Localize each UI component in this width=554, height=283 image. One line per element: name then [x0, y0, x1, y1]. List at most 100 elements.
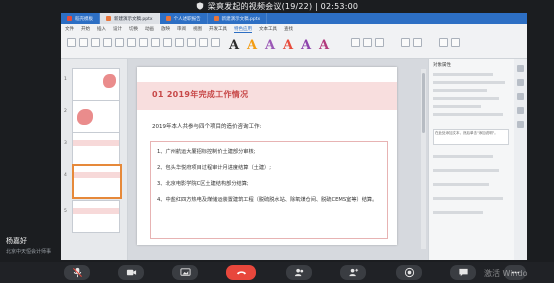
menu-item[interactable]: 设计 — [113, 26, 122, 33]
list-button[interactable] — [163, 38, 172, 47]
share-screen-button[interactable] — [172, 265, 198, 280]
tool-icon[interactable] — [517, 79, 524, 86]
text-direction-button[interactable] — [211, 38, 220, 47]
end-call-button[interactable] — [226, 265, 256, 280]
screen-share-icon — [179, 268, 191, 276]
tab-report[interactable]: 个人述职报告 — [160, 13, 208, 24]
property-row[interactable] — [433, 211, 483, 214]
color-button[interactable] — [187, 38, 196, 47]
menu-item[interactable]: 切换 — [129, 26, 138, 33]
slide-thumbnail-1[interactable] — [72, 68, 120, 101]
tab-presentation-2[interactable]: 新建演示文稿.pptx — [208, 13, 268, 24]
record-button[interactable] — [396, 265, 422, 280]
property-row[interactable] — [433, 97, 499, 100]
format-button[interactable] — [79, 38, 88, 47]
menu-item[interactable]: 文件 — [65, 26, 74, 33]
current-slide[interactable]: 01 2019年完成工作情况 2019年本人共参与四个项目的造价咨询工作: 1、… — [137, 67, 397, 245]
mute-button[interactable] — [64, 265, 90, 280]
bullet-4: 4、中盐红四方热电及煤储运装置建筑工程（脱硫脱水站、除氧煤仓间、脱硫CEMS室等… — [157, 197, 378, 203]
text-outline-button[interactable] — [363, 38, 372, 47]
ribbon: 文件 开始 插入 设计 切换 动画 放映 审阅 视图 开发工具 特色应用 文本工… — [61, 24, 527, 59]
menu-item[interactable]: 审阅 — [177, 26, 186, 33]
slide-number: 4 — [64, 173, 67, 178]
tab-docer[interactable]: 稻壳模板 — [61, 13, 100, 24]
property-row[interactable] — [433, 73, 493, 76]
property-row[interactable] — [433, 169, 499, 172]
text-effect-button[interactable] — [375, 38, 384, 47]
font-size-button[interactable] — [91, 38, 100, 47]
chat-button[interactable] — [450, 265, 476, 280]
menu-item[interactable]: 开发工具 — [209, 26, 227, 33]
property-row[interactable] — [433, 81, 505, 84]
notes-box[interactable]: 在此处添加文本，然后单击"添加说明"。 — [433, 129, 509, 145]
tab-label: 新建演示文稿.pptx — [221, 16, 261, 22]
slide-thumbnail-panel: 1 2 3 4 5 — [61, 59, 128, 260]
underline-button[interactable] — [127, 38, 136, 47]
tool-icon[interactable] — [517, 93, 524, 100]
art-style-red[interactable]: A — [283, 38, 293, 53]
bold-button[interactable] — [103, 38, 112, 47]
chat-icon — [458, 268, 468, 277]
property-row[interactable] — [433, 197, 503, 200]
bullet-3: 3、北京电影学院C区土建结构部分结算; — [157, 181, 249, 187]
microphone-muted-icon — [72, 267, 82, 278]
menu-item-text-tools[interactable]: 特色应用 — [234, 26, 252, 33]
slide-thumbnail-3[interactable] — [72, 132, 120, 165]
slide-intro-text[interactable]: 2019年本人共参与四个项目的造价咨询工作: — [152, 122, 261, 130]
tab-presentation-1[interactable]: 新建演示文稿.pptx — [100, 13, 160, 24]
property-row[interactable] — [433, 155, 493, 158]
bullets-text-box[interactable]: 1、广州航运大厦招标控制价土建部分审核; 2、包头华悦府项目过程审计月进度结算（… — [150, 141, 388, 239]
menu-item[interactable]: 动画 — [145, 26, 154, 33]
paste-button[interactable] — [67, 38, 76, 47]
menu-item[interactable]: 放映 — [161, 26, 170, 33]
property-row[interactable] — [433, 113, 503, 116]
tool-icon[interactable] — [517, 65, 524, 72]
slide-thumbnail-5[interactable] — [72, 200, 120, 233]
indent-button[interactable] — [151, 38, 160, 47]
property-row[interactable] — [433, 183, 489, 186]
thumbnail-artwork — [103, 74, 116, 88]
text-fill-button[interactable] — [351, 38, 360, 47]
camera-button[interactable] — [118, 265, 144, 280]
shape-outline-button[interactable] — [451, 38, 460, 47]
ppt-icon — [213, 16, 219, 21]
align-button[interactable] — [139, 38, 148, 47]
slide-thumbnail-2[interactable] — [72, 100, 120, 133]
menu-item-search[interactable]: 查找 — [284, 26, 293, 33]
record-icon — [404, 267, 414, 278]
properties-header: 对象属性 — [433, 63, 451, 68]
properties-pane: 对象属性 在此处添加文本，然后单击"添加说明"。 — [428, 59, 515, 260]
property-row[interactable] — [433, 89, 487, 92]
menu-item[interactable]: 视图 — [193, 26, 202, 33]
menu-item[interactable]: 文本工具 — [259, 26, 277, 33]
art-style-violet[interactable]: A — [301, 38, 311, 53]
art-style-black[interactable]: A — [229, 38, 239, 53]
docer-icon — [67, 16, 72, 21]
tool-icon[interactable] — [517, 107, 524, 114]
meeting-title-bar: 梁爽发起的视频会议(19/22) | 02:53:00 — [0, 0, 554, 12]
slide-scrollbar[interactable] — [421, 69, 426, 249]
hang-up-icon — [236, 271, 246, 275]
italic-button[interactable] — [115, 38, 124, 47]
spacing-button[interactable] — [175, 38, 184, 47]
clear-format-button[interactable] — [199, 38, 208, 47]
art-style-orange[interactable]: A — [247, 38, 257, 53]
members-button[interactable] — [340, 265, 366, 280]
art-style-magenta[interactable]: A — [319, 38, 329, 53]
menu-item[interactable]: 开始 — [81, 26, 90, 33]
ppt-icon — [106, 16, 111, 21]
windows-activation-watermark: 激活 Windo — [484, 269, 528, 278]
art-style-purple[interactable]: A — [265, 38, 275, 53]
arrange-button[interactable] — [413, 38, 422, 47]
slide-thumbnail-4-selected[interactable] — [72, 164, 122, 199]
tool-icon[interactable] — [517, 121, 524, 128]
menu-item[interactable]: 插入 — [97, 26, 106, 33]
text-box-button[interactable] — [401, 38, 410, 47]
slide-heading[interactable]: 01 2019年完成工作情况 — [152, 89, 248, 100]
participants-button[interactable] — [286, 265, 312, 280]
property-row[interactable] — [433, 105, 481, 108]
shield-icon — [196, 2, 203, 10]
shape-fill-button[interactable] — [439, 38, 448, 47]
thumbnail-band — [73, 140, 119, 146]
slide-number: 1 — [64, 77, 67, 82]
